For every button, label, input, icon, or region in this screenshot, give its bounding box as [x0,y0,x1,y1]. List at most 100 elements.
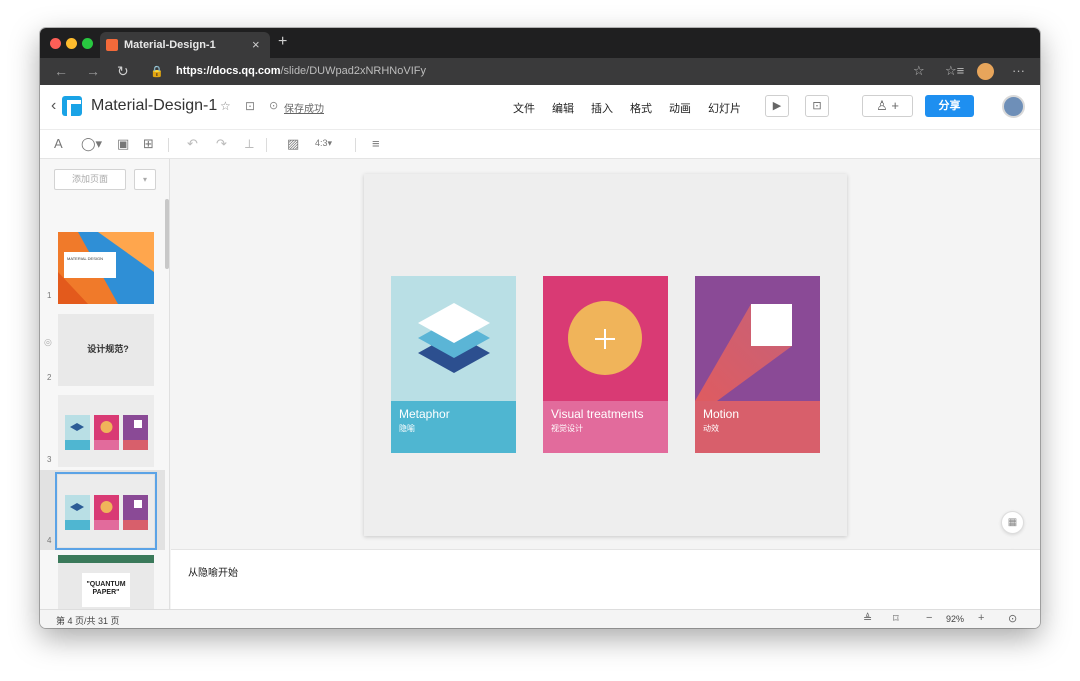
metaphor-card[interactable]: Metaphor 隐喻 [391,276,516,453]
menu-file[interactable]: 文件 [513,100,535,116]
card-title: Motion [703,407,740,421]
new-tab-button[interactable]: + [278,33,287,51]
motion-square-icon [695,304,792,401]
slide-3-preview [58,395,154,467]
zoom-in-button[interactable]: + [978,612,984,624]
text-box-icon[interactable]: A [54,136,63,151]
maximize-window-button[interactable] [82,38,93,49]
save-status: 保存成功 [284,104,324,115]
toolbar-divider [266,138,267,152]
tab-title: Material-Design-1 [124,39,216,51]
doc-header: ‹ Material-Design-1 ☆ ⊡ ⊙ 保存成功 文件 编辑 插入 … [40,85,1040,129]
doc-title[interactable]: Material-Design-1 [91,97,217,115]
zoom-out-button[interactable]: − [926,612,932,624]
slide-thumbnail-2[interactable]: 设计规范? [58,314,154,386]
favorites-icon[interactable]: ☆≡ [945,63,964,79]
slide-1-title: MATERIAL DESIGN [67,256,104,261]
menu-animation[interactable]: 动画 [669,100,691,116]
more-icon[interactable]: ··· [1012,63,1025,78]
motion-illustration [695,276,820,401]
add-user-icon: ♙ + [876,98,899,113]
card-subtitle: 隐喻 [399,424,415,433]
notes-toggle-icon[interactable]: ≜ [863,612,872,625]
metaphor-illustration [391,276,516,401]
add-collaborator-button[interactable]: ♙ + [862,95,913,117]
visual-caption: Visual treatments 视觉设计 [543,401,668,453]
save-check-icon: ⊙ [269,100,279,112]
speaker-notes[interactable]: 从隐喻开始 [171,549,1040,609]
url-path: /slide/DUWpad2xNRHNoVIFy [280,65,426,77]
menu-edit[interactable]: 编辑 [552,100,574,116]
card-title: Metaphor [399,407,450,421]
menu-insert[interactable]: 插入 [591,100,613,116]
close-window-button[interactable] [50,38,61,49]
forward-arrow-icon[interactable]: → [86,63,100,79]
shape-icon[interactable]: ◯▾ [81,136,102,152]
plus-circle-icon [568,301,642,375]
slide-thumbnail-5[interactable]: "QUANTUM PAPER" [58,555,154,609]
format-painter-icon[interactable]: ⟂ [245,136,254,152]
minimize-window-button[interactable] [66,38,77,49]
current-slide[interactable]: Metaphor 隐喻 Visual treatments 视觉设计 Motio… [364,174,847,536]
bookmark-star-icon[interactable]: ☆ [913,63,925,79]
play-icon[interactable]: ⊙ [1008,612,1017,625]
background-pattern-icon[interactable]: ▨ [287,136,299,152]
user-avatar[interactable] [1002,95,1025,118]
slide-canvas[interactable]: Metaphor 隐喻 Visual treatments 视觉设计 Motio… [171,159,1040,549]
motion-card[interactable]: Motion 动效 [695,276,820,453]
editing-toolbar: A ◯▾ ▣ ⊞ ↶ ↷ ⟂ ▨ 4:3▾ ≡ [40,129,1040,159]
visual-illustration [543,276,668,401]
folder-icon[interactable]: ⊡ [245,99,255,113]
back-chevron-icon[interactable]: ‹ [51,97,56,115]
reload-icon[interactable]: ↻ [117,63,129,80]
slide-2-title: 设计规范? [87,344,129,354]
url-host: https://docs.qq.com [176,65,281,77]
aspect-ratio-dropdown[interactable]: 4:3▾ [315,138,332,149]
slide-thumbnail-1[interactable]: MATERIAL DESIGN [58,232,154,304]
presenter-mode-button[interactable]: ⊡ [805,95,829,117]
metaphor-caption: Metaphor 隐喻 [391,401,516,453]
tab-favicon-icon [106,39,118,51]
add-page-dropdown[interactable]: ▾ [134,169,156,190]
tencent-docs-logo[interactable] [62,96,82,116]
visual-treatments-card[interactable]: Visual treatments 视觉设计 [543,276,668,453]
slide-4-preview [58,475,154,547]
lock-icon: 🔒 [150,66,164,78]
qr-code-button[interactable]: ▦ [1001,511,1024,534]
page-indicator: 第 4 页/共 31 页 [56,616,120,626]
table-icon[interactable]: ⊞ [143,136,154,152]
sidebar-scrollbar[interactable] [165,199,169,269]
redo-icon[interactable]: ↷ [216,136,227,152]
notes-text: 从隐喻开始 [188,568,238,579]
browser-tab[interactable]: Material-Design-1 × [100,32,270,58]
thumbnail-number: 3 [47,455,52,464]
tab-close-icon[interactable]: × [252,37,260,52]
image-icon[interactable]: ▣ [117,136,129,152]
back-arrow-icon[interactable]: ← [54,63,68,79]
present-button[interactable]: ▶ [765,95,789,117]
status-bar: 第 4 页/共 31 页 ≜ ⌑ − 92% + ⊙ [40,609,1040,628]
address-bar: ← → ↻ 🔒 https://docs.qq.com/slide/DUWpad… [40,58,1040,85]
add-page-button[interactable]: 添加页面 [54,169,126,190]
profile-avatar[interactable] [977,63,994,80]
slide-thumbnail-3[interactable] [58,395,154,467]
zoom-level[interactable]: 92% [946,614,964,624]
find-icon[interactable]: ≡ [372,136,380,151]
comment-icon[interactable]: ◎ [44,337,52,348]
presenter-icon: ⊡ [812,100,822,112]
menu-slides[interactable]: 幻灯片 [708,100,741,116]
undo-icon[interactable]: ↶ [187,136,198,152]
toolbar-divider [168,138,169,152]
url-field[interactable]: https://docs.qq.com/slide/DUWpad2xNRHNoV… [176,65,426,77]
thumbnail-number: 4 [47,536,52,545]
share-button[interactable]: 分享 [925,95,974,117]
star-icon[interactable]: ☆ [220,99,231,113]
toolbar-divider [355,138,356,152]
slide-5-band [58,555,154,563]
card-title: Visual treatments [551,407,644,421]
fit-screen-icon[interactable]: ⌑ [893,612,899,625]
card-subtitle: 视觉设计 [551,424,583,433]
slide-thumbnail-4[interactable] [55,472,157,550]
layers-icon [418,303,490,373]
menu-format[interactable]: 格式 [630,100,652,116]
